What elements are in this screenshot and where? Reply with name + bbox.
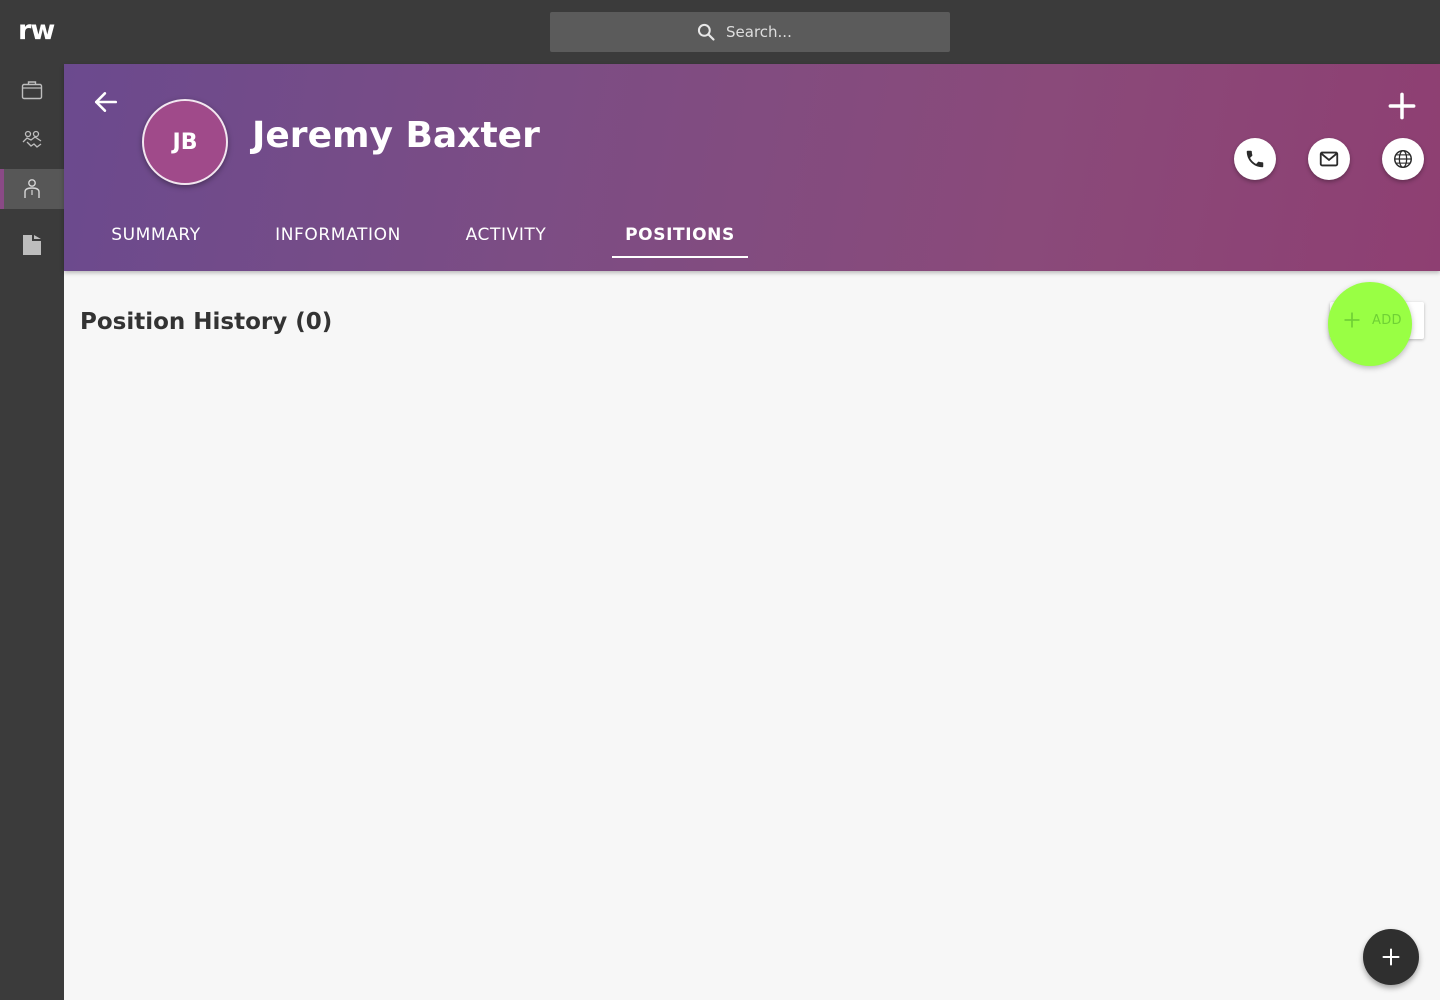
plus-icon [1382,948,1400,966]
globe-icon [1394,150,1412,168]
back-button[interactable] [92,88,120,116]
page-title: Jeremy Baxter [252,115,540,156]
top-bar: rw [0,0,1440,64]
rail-item-jobs[interactable] [0,70,64,110]
rail-item-documents[interactable] [0,225,64,265]
active-tab-indicator [612,256,748,258]
left-rail [0,64,64,1000]
tab-summary[interactable]: SUMMARY [92,216,220,258]
person-icon [24,179,40,198]
plus-icon [1344,312,1360,328]
avatar: JB [142,99,228,185]
briefcase-icon [21,81,43,100]
rail-item-people[interactable] [0,169,64,209]
plus-icon [1388,92,1416,120]
add-position-label: ADD [1372,313,1402,328]
tab-information[interactable]: INFORMATION [256,216,420,258]
app-logo[interactable]: rw [18,14,55,48]
arrow-left-icon [94,92,118,112]
mail-icon [1319,151,1339,167]
search-icon [697,23,715,41]
rail-item-deals[interactable] [0,120,64,160]
search-input[interactable] [726,12,936,52]
tab-positions[interactable]: POSITIONS [612,216,748,258]
call-button[interactable] [1234,138,1276,180]
website-button[interactable] [1382,138,1424,180]
document-icon [23,235,41,255]
phone-icon [1246,150,1264,168]
search-box[interactable] [550,12,950,52]
handshake-icon [22,130,42,148]
tab-activity[interactable]: ACTIVITY [450,216,562,258]
add-button[interactable] [1386,90,1418,122]
email-button[interactable] [1308,138,1350,180]
record-header: JB Jeremy Baxter SUMMARY INFORMATION ACT… [64,64,1440,271]
section-title: Position History (0) [80,309,333,335]
floating-add-button[interactable] [1363,929,1419,985]
